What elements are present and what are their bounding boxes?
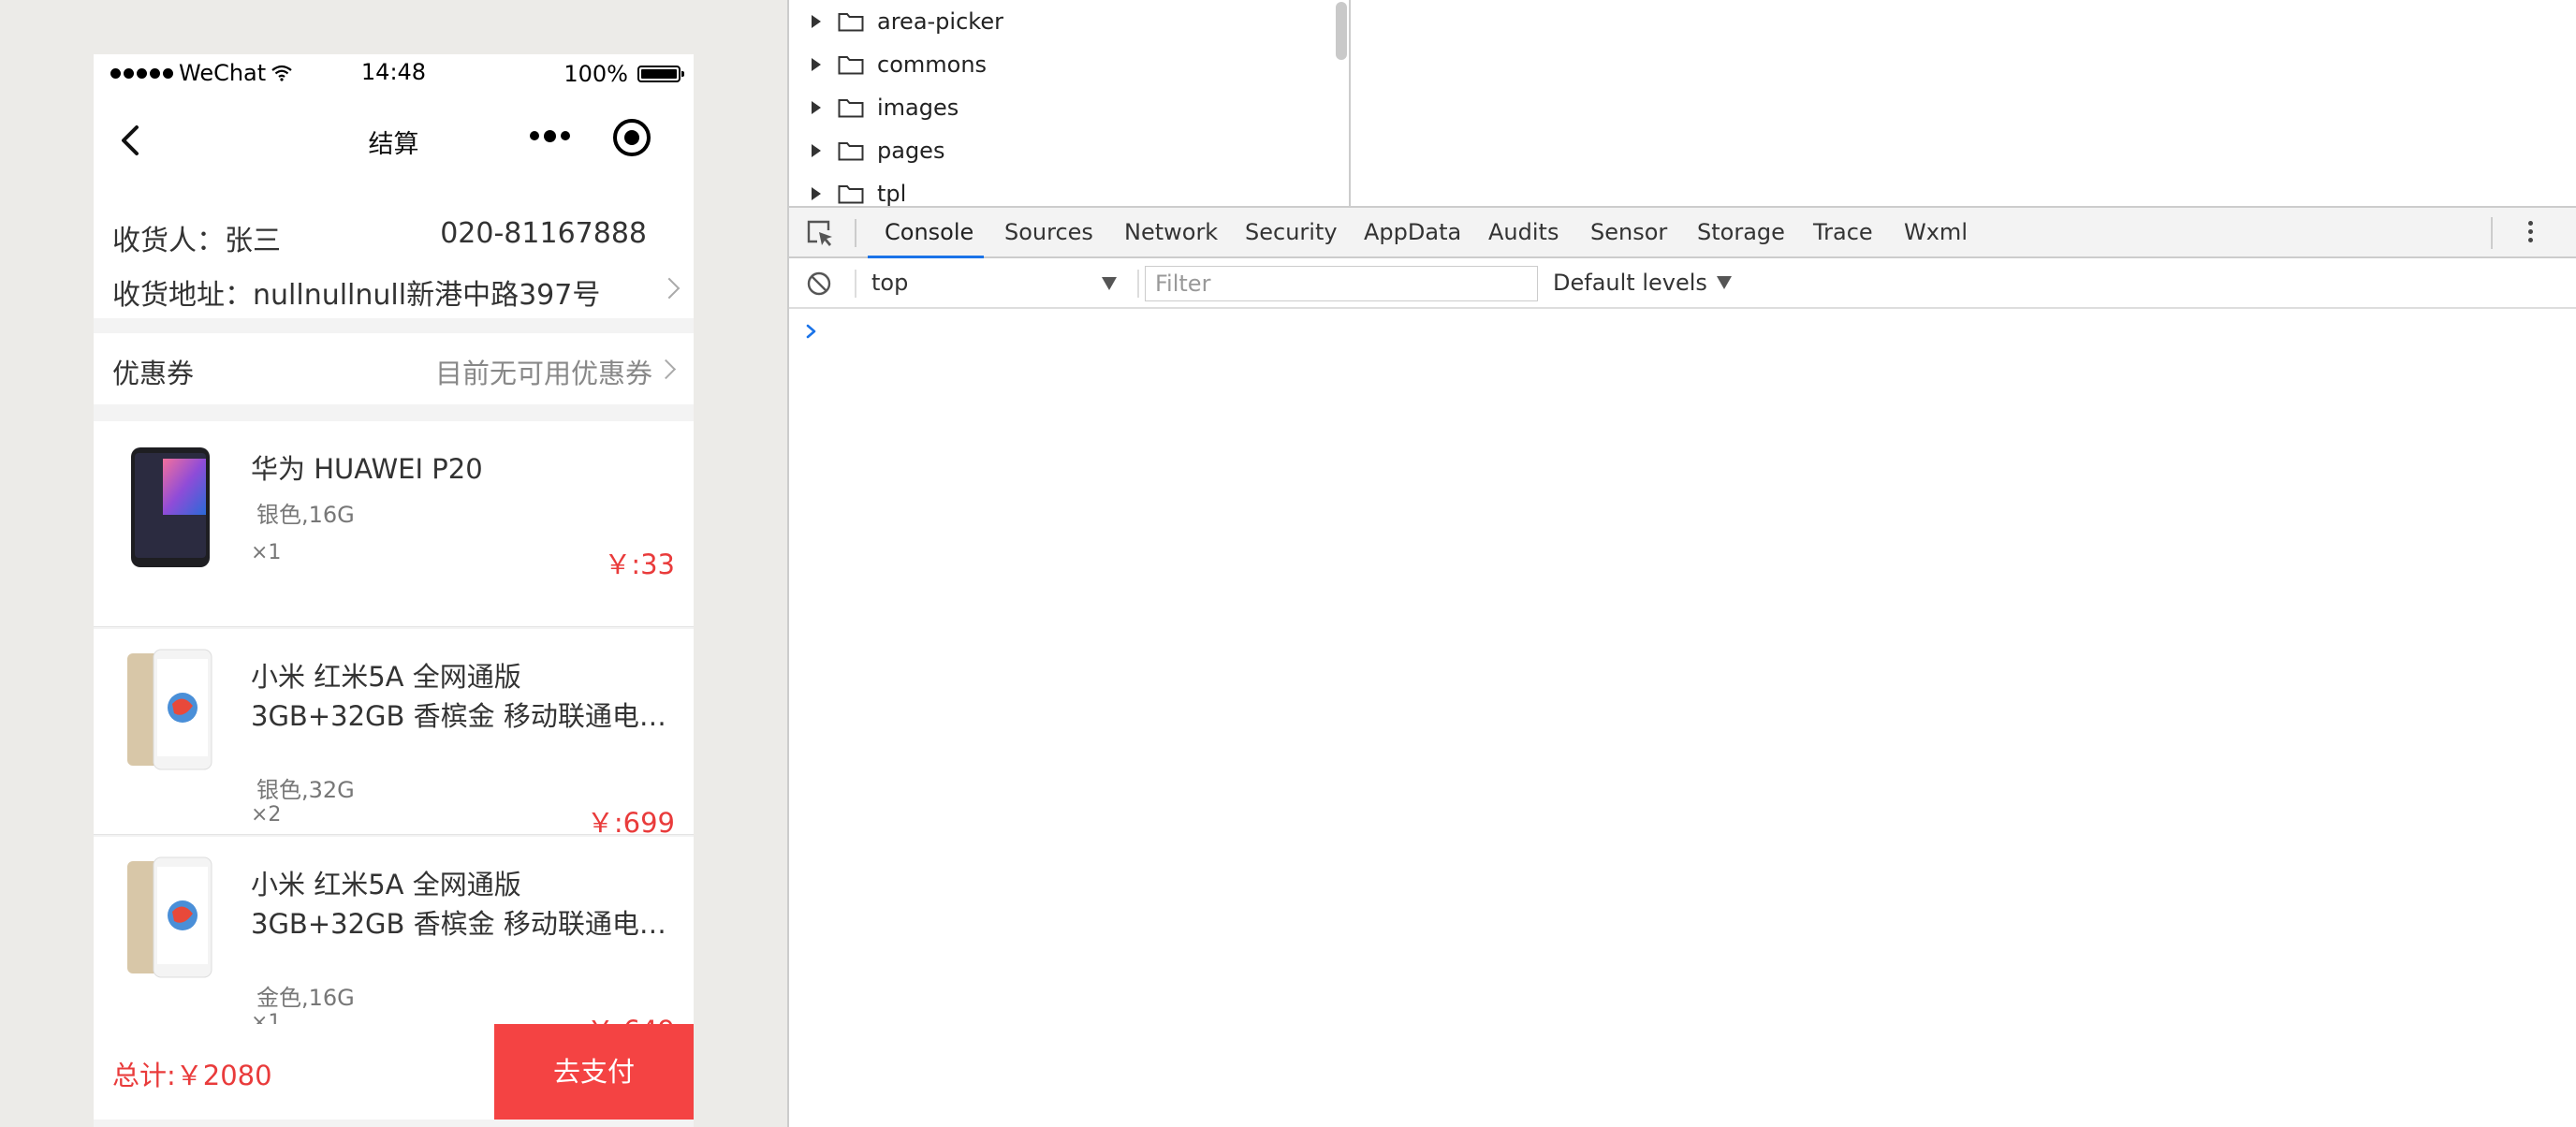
tab-wxml[interactable]: Wxml	[1904, 208, 1968, 258]
tab-storage[interactable]: Storage	[1697, 208, 1785, 258]
coupon-row[interactable]: 优惠券 目前无可用优惠券	[94, 333, 694, 404]
checkout-bar: 总计:￥2080 去支付	[94, 1024, 694, 1120]
order-item[interactable]: 小米 红米5A 全网通版 3GB+32GB 香槟金 移动联通电信4G手机 双卡双…	[94, 837, 694, 1046]
tree-folder-pages[interactable]: pages	[812, 129, 944, 172]
tree-folder-label: area-picker	[877, 8, 1003, 35]
recipient-address: 收货地址：nullnullnull新港中路397号	[112, 279, 601, 312]
chevron-right-icon	[655, 359, 677, 380]
console-filter-input[interactable]	[1145, 266, 1538, 301]
product-thumbnail	[127, 856, 212, 978]
order-item[interactable]: 华为 HUAWEI P20 银色,16G ×1 ￥:33	[94, 421, 694, 627]
product-price: ￥:699	[586, 807, 675, 839]
expand-arrow-icon[interactable]	[812, 15, 821, 28]
dropdown-arrow-icon	[1102, 277, 1117, 290]
tab-network[interactable]: Network	[1124, 208, 1218, 258]
more-menu-icon[interactable]	[2528, 221, 2533, 242]
tree-folder-label: commons	[877, 51, 988, 78]
product-name-line2: 3GB+32GB 香槟金 移动联通电信4G手机 双卡双待	[251, 908, 667, 940]
tab-audits[interactable]: Audits	[1488, 208, 1559, 258]
product-name-line2: 3GB+32GB 香槟金 移动联通电信4G手机 双卡双待	[251, 700, 667, 732]
close-miniprogram-icon[interactable]	[613, 119, 651, 156]
status-bar: WeChat 14:48 100%	[94, 54, 694, 95]
tree-folder-images[interactable]: images	[812, 86, 959, 129]
toolbar-divider	[855, 219, 856, 247]
console-prompt-icon[interactable]	[804, 322, 819, 341]
folder-icon	[838, 13, 864, 32]
expand-arrow-icon[interactable]	[812, 144, 821, 157]
dropdown-arrow-icon	[1716, 276, 1732, 289]
product-quantity: ×2	[251, 803, 282, 827]
context-selector[interactable]: top	[871, 270, 1124, 298]
tab-console[interactable]: Console	[868, 208, 984, 258]
status-right: 100%	[564, 61, 684, 87]
coupon-label: 优惠券	[112, 358, 195, 389]
product-name: 华为 HUAWEI P20	[251, 453, 483, 485]
product-name: 小米 红米5A 全网通版 3GB+32GB 香槟金 移动联通电信4G手机 双卡双…	[251, 865, 667, 944]
battery-percent: 100%	[564, 61, 628, 87]
product-thumbnail	[127, 649, 212, 770]
product-name: 小米 红米5A 全网通版 3GB+32GB 香槟金 移动联通电信4G手机 双卡双…	[251, 657, 667, 736]
toolbar-divider	[855, 270, 856, 298]
coupon-value: 目前无可用优惠券	[434, 358, 652, 389]
console-toolbar: top Default levels	[789, 258, 2576, 309]
tab-sensor[interactable]: Sensor	[1590, 208, 1667, 258]
expand-arrow-icon[interactable]	[812, 187, 821, 200]
tree-folder-tpl[interactable]: tpl	[812, 172, 906, 206]
tree-scrollbar[interactable]	[1336, 2, 1347, 60]
tree-folder-area-picker[interactable]: area-picker	[812, 0, 1003, 43]
product-quantity: ×1	[251, 541, 282, 564]
tab-trace[interactable]: Trace	[1813, 208, 1873, 258]
product-spec: 银色,16G	[256, 502, 355, 528]
phone-simulator: WeChat 14:48 100% 结算 收货人：张三 020-81167888…	[94, 54, 694, 1127]
battery-icon	[637, 66, 684, 82]
inspect-element-icon[interactable]	[806, 219, 834, 247]
product-spec: 金色,16G	[256, 985, 355, 1011]
tree-folder-label: images	[877, 95, 959, 121]
product-spec: 银色,32G	[256, 777, 355, 803]
folder-icon	[838, 185, 864, 204]
tab-sources[interactable]: Sources	[1004, 208, 1093, 258]
toolbar-divider	[2491, 217, 2493, 249]
more-options-icon[interactable]	[530, 129, 570, 142]
order-item[interactable]: 小米 红米5A 全网通版 3GB+32GB 香槟金 移动联通电信4G手机 双卡双…	[94, 629, 694, 839]
expand-arrow-icon[interactable]	[812, 58, 821, 71]
product-thumbnail	[131, 447, 210, 567]
devtools-panel: area-picker commons images pages tpl Con…	[787, 0, 2576, 1127]
context-value: top	[871, 270, 909, 296]
recipient-name: 收货人：张三	[112, 225, 281, 257]
log-levels-dropdown[interactable]: Default levels	[1553, 270, 1732, 296]
order-total: 总计:￥2080	[112, 1060, 272, 1091]
recipient-phone: 020-81167888	[440, 217, 647, 250]
product-price: ￥:33	[604, 549, 675, 580]
tree-folder-label: pages	[877, 138, 945, 164]
tree-folder-commons[interactable]: commons	[812, 43, 987, 86]
tab-appdata[interactable]: AppData	[1364, 208, 1461, 258]
folder-icon	[838, 142, 864, 161]
log-levels-label: Default levels	[1553, 270, 1707, 296]
pay-button-label: 去支付	[552, 1056, 635, 1088]
product-name-line1: 小米 红米5A 全网通版	[251, 661, 521, 693]
chevron-right-icon	[658, 277, 681, 300]
product-name-line1: 小米 红米5A 全网通版	[251, 869, 521, 900]
pay-button[interactable]: 去支付	[494, 1024, 694, 1120]
folder-icon	[838, 56, 864, 75]
tree-folder-label: tpl	[877, 181, 907, 206]
nav-bar: 结算	[94, 95, 694, 187]
file-tree: area-picker commons images pages tpl	[789, 0, 1351, 206]
devtools-tabbar: Console Sources Network Security AppData…	[789, 206, 2576, 258]
shipping-address[interactable]: 收货人：张三 020-81167888 收货地址：nullnullnull新港中…	[94, 187, 694, 318]
tab-security[interactable]: Security	[1245, 208, 1338, 258]
page-title: 结算	[368, 130, 419, 159]
clear-console-icon[interactable]	[806, 271, 832, 297]
folder-icon	[838, 99, 864, 118]
toolbar-divider	[1137, 270, 1139, 298]
expand-arrow-icon[interactable]	[812, 101, 821, 114]
